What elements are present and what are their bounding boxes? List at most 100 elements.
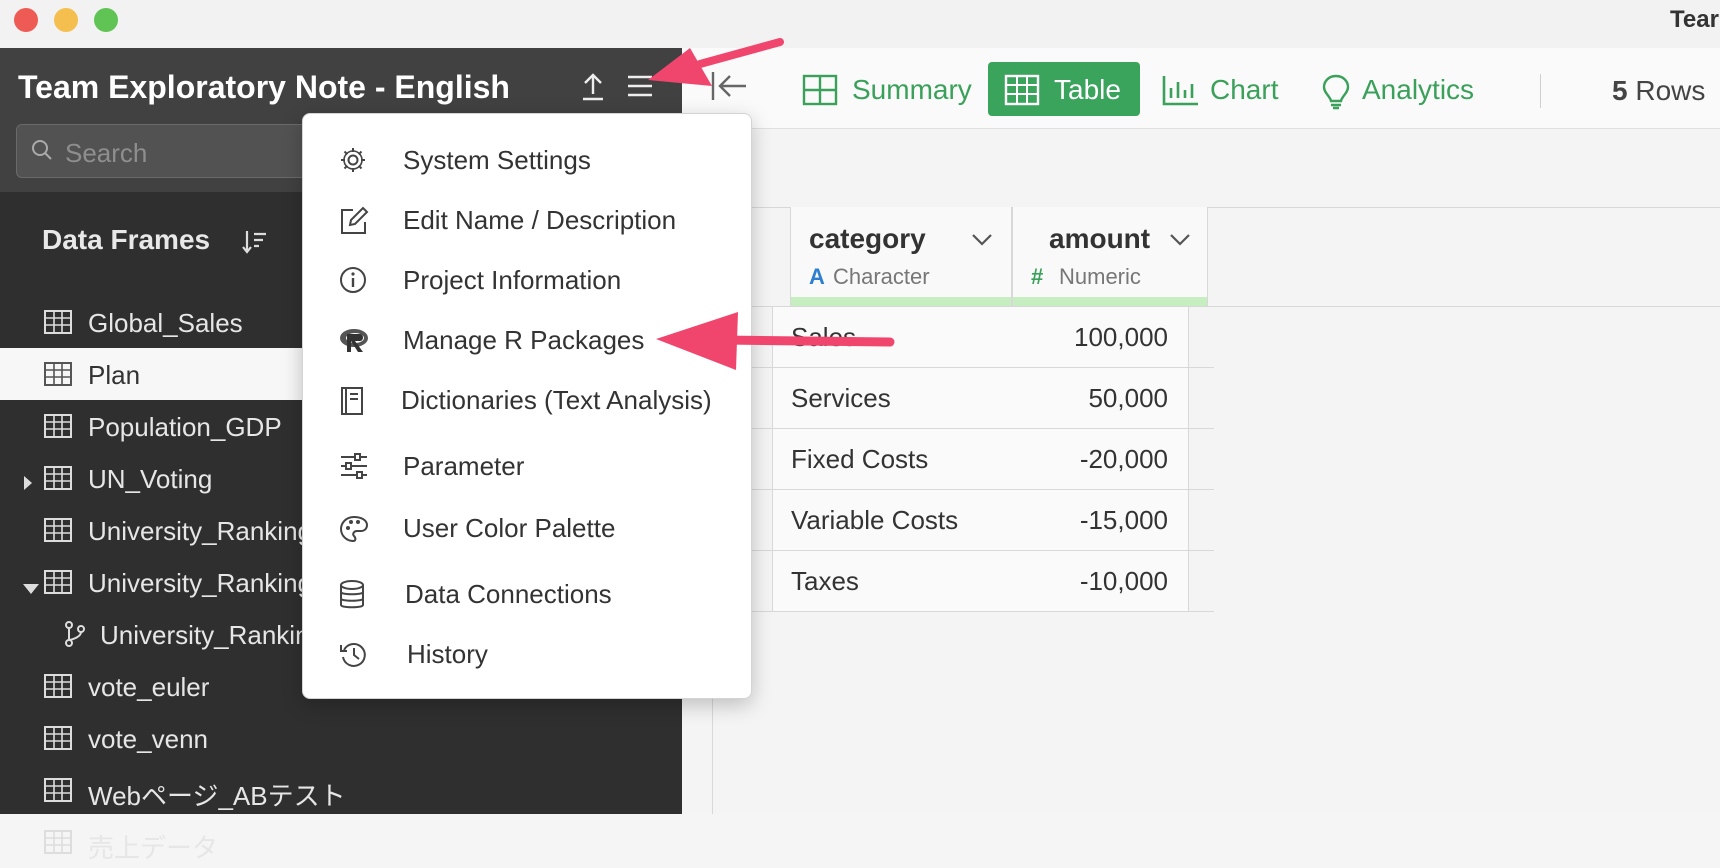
- expand-triangle-icon[interactable]: [22, 468, 34, 499]
- table-cell-category[interactable]: Variable Costs: [772, 490, 996, 550]
- collapse-triangle-icon[interactable]: [22, 572, 40, 603]
- data-frame-label: Plan: [88, 360, 141, 390]
- search-placeholder: Search: [65, 138, 148, 168]
- cell-value: Sales: [791, 322, 857, 352]
- hamburger-menu-icon[interactable]: [626, 74, 654, 103]
- table-row[interactable]: 5 Taxes -10,000: [712, 551, 1214, 612]
- data-frame-label: vote_venn: [88, 724, 208, 754]
- table-view: category A Character amount # Numeric 1 …: [682, 129, 1720, 814]
- column-name: amount: [1049, 223, 1151, 254]
- rows-count-label: Rows: [1635, 75, 1706, 106]
- table-icon: [1004, 74, 1040, 113]
- table-row[interactable]: 3 Fixed Costs -20,000: [712, 429, 1214, 490]
- table-cell-amount[interactable]: 50,000: [994, 368, 1189, 428]
- data-frame-item-sales-data[interactable]: 売上データ: [0, 816, 682, 868]
- data-frame-item-web-ab-test[interactable]: Webページ_ABテスト: [0, 764, 682, 816]
- edit-icon: [339, 206, 369, 241]
- palette-icon: [339, 514, 369, 549]
- window-titlebar: Tear: [0, 0, 1720, 49]
- history-icon: [339, 640, 369, 675]
- branch-icon: [64, 620, 86, 655]
- book-icon: [339, 386, 365, 421]
- table-cell-category[interactable]: Fixed Costs: [772, 429, 996, 489]
- menu-item-label: Edit Name / Description: [403, 205, 677, 235]
- table-icon: [44, 778, 72, 809]
- sort-icon[interactable]: [240, 228, 268, 261]
- cell-value: Services: [791, 383, 891, 413]
- cell-value: -10,000: [1079, 566, 1168, 596]
- close-window-button[interactable]: [14, 8, 38, 32]
- collapse-sidebar-icon[interactable]: [710, 70, 750, 107]
- cell-value: -20,000: [1079, 444, 1168, 474]
- zoom-window-button[interactable]: [94, 8, 118, 32]
- table-cell-category[interactable]: Taxes: [772, 551, 996, 611]
- table-icon: [44, 726, 72, 757]
- table-icon: [44, 518, 72, 549]
- table-icon: [44, 570, 72, 601]
- table-cell-amount[interactable]: -15,000: [994, 490, 1189, 550]
- menu-item-label: Parameter: [403, 451, 525, 481]
- menu-item-system-settings[interactable]: System Settings: [303, 134, 751, 184]
- table-icon: [44, 362, 72, 393]
- table-cell-amount[interactable]: -10,000: [994, 551, 1189, 611]
- chevron-down-icon[interactable]: [971, 233, 993, 252]
- column-header-amount[interactable]: amount # Numeric: [1012, 207, 1208, 307]
- tab-label: Chart: [1210, 74, 1279, 105]
- project-menu-dropdown: System Settings Edit Name / Description …: [302, 113, 752, 699]
- menu-item-dictionaries[interactable]: Dictionaries (Text Analysis): [303, 374, 751, 424]
- column-header-category[interactable]: category A Character: [790, 207, 1012, 307]
- tab-label: Analytics: [1362, 74, 1475, 105]
- data-frame-label: University_Ranking: [88, 568, 312, 598]
- menu-item-manage-r-packages[interactable]: Manage R Packages: [303, 314, 751, 364]
- tab-table[interactable]: Table: [988, 62, 1140, 116]
- table-row[interactable]: 1 Sales 100,000: [712, 307, 1214, 368]
- table-row[interactable]: 2 Services 50,000: [712, 368, 1214, 429]
- menu-item-history[interactable]: History: [303, 628, 751, 678]
- data-frame-item-vote-venn[interactable]: vote_venn: [0, 712, 682, 764]
- menu-item-label: Data Connections: [405, 579, 612, 609]
- lightbulb-icon: [1322, 74, 1350, 117]
- info-icon: [339, 266, 367, 299]
- menu-item-edit-name[interactable]: Edit Name / Description: [303, 194, 751, 244]
- data-frame-label: UN_Voting: [88, 464, 213, 494]
- sliders-icon: [339, 452, 369, 485]
- upload-icon[interactable]: [580, 72, 606, 107]
- column-type: Numeric: [1059, 264, 1141, 289]
- column-type: Character: [833, 264, 930, 289]
- table-icon: [44, 674, 72, 705]
- tab-label: Table: [1054, 74, 1121, 105]
- tab-chart[interactable]: Chart: [1152, 62, 1302, 116]
- menu-item-data-connections[interactable]: Data Connections: [303, 568, 751, 618]
- menu-item-label: History: [407, 639, 488, 669]
- menu-item-user-color-palette[interactable]: User Color Palette: [303, 502, 751, 552]
- menu-item-label: Manage R Packages: [403, 325, 645, 355]
- cell-value: Fixed Costs: [791, 444, 929, 474]
- minimize-window-button[interactable]: [54, 8, 78, 32]
- cell-value: 50,000: [1088, 383, 1168, 413]
- data-frame-label: University_Ranking: [88, 516, 312, 546]
- r-logo-icon: [339, 326, 371, 359]
- menu-item-project-information[interactable]: Project Information: [303, 254, 751, 304]
- cell-value: -15,000: [1079, 505, 1168, 535]
- table-icon: [44, 466, 72, 497]
- tab-analytics[interactable]: Analytics: [1312, 62, 1512, 116]
- table-row[interactable]: 4 Variable Costs -15,000: [712, 490, 1214, 551]
- summary-grid-icon: [802, 74, 838, 113]
- search-icon: [31, 139, 53, 166]
- menu-item-parameter[interactable]: Parameter: [303, 440, 751, 490]
- tab-summary[interactable]: Summary: [792, 62, 972, 116]
- data-frame-label: Population_GDP: [88, 412, 282, 442]
- data-frame-label: Webページ_ABテスト: [88, 781, 346, 811]
- table-cell-category[interactable]: Sales: [772, 307, 996, 367]
- table-cell-amount[interactable]: 100,000: [994, 307, 1189, 367]
- data-frame-label: 売上データ: [88, 833, 219, 863]
- cell-value: Taxes: [791, 566, 859, 596]
- search-input[interactable]: Search: [16, 124, 318, 178]
- table-cell-category[interactable]: Services: [772, 368, 996, 428]
- column-name: category: [809, 223, 926, 254]
- bar-chart-icon: [1162, 74, 1200, 113]
- table-cell-amount[interactable]: -20,000: [994, 429, 1189, 489]
- rows-count-number: 5: [1612, 75, 1628, 106]
- cell-value: Variable Costs: [791, 505, 959, 535]
- chevron-down-icon[interactable]: [1169, 233, 1191, 252]
